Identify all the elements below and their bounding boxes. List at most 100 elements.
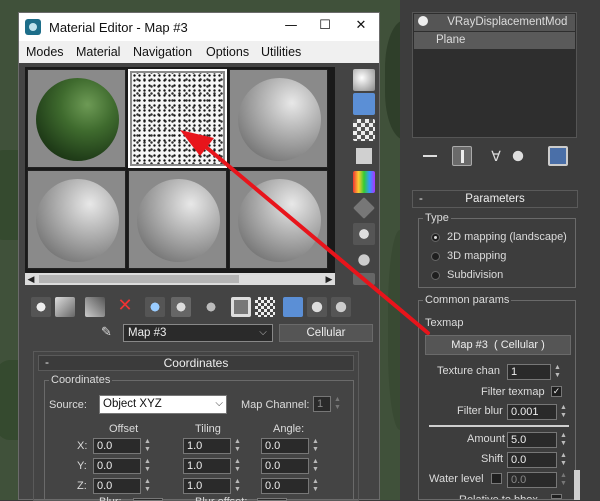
rollout-toggle[interactable]: - <box>419 191 423 207</box>
source-dropdown[interactable]: Object XYZ ⌵ <box>99 395 227 414</box>
offset-x-field[interactable]: 0.0 <box>93 438 141 454</box>
radio-2d-mapping[interactable] <box>431 233 440 242</box>
tiling-z-spinner[interactable]: ▲ ▼ <box>233 478 242 494</box>
tiling-x-field[interactable]: 1.0 <box>183 438 231 454</box>
amount-field[interactable]: 5.0 <box>507 432 557 448</box>
make-copy-icon[interactable] <box>145 297 165 317</box>
angle-y-spinner[interactable]: ▲ ▼ <box>311 458 320 474</box>
texmap-button[interactable]: Map #3 ( Cellular ) <box>425 335 571 355</box>
offset-x-spinner[interactable]: ▲ ▼ <box>143 438 152 454</box>
configure-modifier-sets-icon[interactable] <box>548 146 568 166</box>
menu-navigation[interactable]: Navigation <box>133 45 192 59</box>
sample-slot-active[interactable] <box>128 69 227 168</box>
make-unique-icon[interactable] <box>171 297 191 317</box>
shift-field[interactable]: 0.0 <box>507 452 557 468</box>
chevron-down-icon[interactable]: ⌵ <box>256 326 270 340</box>
light-bulb-icon[interactable] <box>418 16 428 26</box>
modifier-item-vraydisplacement[interactable]: VRayDisplacementMod <box>414 14 575 31</box>
angle-z-spinner[interactable]: ▲ ▼ <box>311 478 320 494</box>
parameters-header[interactable]: - Parameters <box>412 190 578 208</box>
menu-modes[interactable]: Modes <box>26 45 64 59</box>
angle-x-spinner[interactable]: ▲ ▼ <box>311 438 320 454</box>
offset-z-spinner[interactable]: ▲ ▼ <box>143 478 152 494</box>
put-to-library-icon[interactable] <box>201 297 221 317</box>
show-shaded-icon[interactable] <box>255 297 275 317</box>
material-map-navigator-icon[interactable] <box>353 273 375 285</box>
radio-subdivision[interactable] <box>431 271 440 280</box>
show-end-result-icon[interactable] <box>452 146 472 166</box>
shift-spinner[interactable]: ▲ ▼ <box>559 452 568 468</box>
make-unique-icon[interactable]: ∀ <box>486 146 506 166</box>
relative-bbox-checkbox[interactable] <box>551 494 562 499</box>
show-end-result-icon[interactable] <box>283 297 303 317</box>
rollout-toggle[interactable]: - <box>45 355 49 369</box>
options-icon[interactable] <box>353 223 375 245</box>
menu-utilities[interactable]: Utilities <box>261 45 301 59</box>
filter-blur-field[interactable]: 0.001 <box>507 404 557 420</box>
sample-slot[interactable] <box>229 170 328 269</box>
tiling-y-spinner[interactable]: ▲ ▼ <box>233 458 242 474</box>
map-name-field[interactable]: Map #3 ⌵ <box>123 324 273 342</box>
menu-options[interactable]: Options <box>206 45 249 59</box>
remove-modifier-icon[interactable] <box>508 146 528 166</box>
scrollbar-thumb[interactable] <box>39 275 239 283</box>
material-editor-window[interactable]: Material Editor - Map #3 — ☐ ✕ Modes Mat… <box>18 12 380 501</box>
bottom-toolbar: ✕ <box>25 295 377 319</box>
tiling-z-field[interactable]: 1.0 <box>183 478 231 494</box>
title-bar[interactable]: Material Editor - Map #3 — ☐ ✕ <box>19 13 379 41</box>
sample-slot[interactable] <box>229 69 328 168</box>
get-material-icon[interactable] <box>31 297 51 317</box>
sample-slot[interactable] <box>128 170 227 269</box>
water-level-checkbox[interactable] <box>491 473 502 484</box>
assign-to-selection-icon[interactable] <box>85 297 105 317</box>
video-color-check-icon[interactable] <box>353 171 375 193</box>
angle-z-field[interactable]: 0.0 <box>261 478 309 494</box>
stack-toolbar: ∀ <box>412 144 577 168</box>
select-by-material-icon[interactable] <box>353 249 375 271</box>
material-editor-logo-icon <box>25 19 41 35</box>
texture-chan-field[interactable]: 1 <box>507 364 551 380</box>
pin-stack-icon[interactable] <box>420 146 440 166</box>
radio-3d-mapping[interactable] <box>431 252 440 261</box>
map-channel-label: Map Channel: <box>241 399 310 411</box>
scroll-right-icon[interactable]: ▶ <box>323 273 335 285</box>
sample-slot[interactable] <box>27 69 126 168</box>
maximize-button[interactable]: ☐ <box>315 19 335 35</box>
filter-texmap-checkbox[interactable]: ✓ <box>551 386 562 397</box>
sample-type-icon[interactable] <box>353 69 375 91</box>
map-type-button[interactable]: Cellular <box>279 324 373 342</box>
amount-spinner[interactable]: ▲ ▼ <box>559 432 568 448</box>
angle-y-field[interactable]: 0.0 <box>261 458 309 474</box>
sample-slot[interactable] <box>27 170 126 269</box>
panel-scrollbar[interactable] <box>574 470 580 500</box>
minimize-button[interactable]: — <box>281 19 301 35</box>
put-to-scene-icon[interactable] <box>55 297 75 317</box>
backlight-icon[interactable] <box>353 93 375 115</box>
menu-material[interactable]: Material <box>76 45 120 59</box>
modifier-item-plane[interactable]: Plane <box>414 32 575 49</box>
angle-x-field[interactable]: 0.0 <box>261 438 309 454</box>
offset-y-spinner[interactable]: ▲ ▼ <box>143 458 152 474</box>
tiling-y-field[interactable]: 1.0 <box>183 458 231 474</box>
texture-chan-spinner[interactable]: ▲ ▼ <box>553 364 562 380</box>
go-forward-icon[interactable] <box>331 297 351 317</box>
make-preview-icon[interactable] <box>353 197 375 219</box>
slots-horizontal-scrollbar[interactable]: ◀ ▶ <box>25 273 335 285</box>
water-level-spinner[interactable]: ▲ ▼ <box>559 472 568 488</box>
map-channel-field[interactable]: 1 <box>313 396 331 412</box>
offset-z-field[interactable]: 0.0 <box>93 478 141 494</box>
rollout-header[interactable]: - Coordinates <box>38 355 354 371</box>
material-id-channel-icon[interactable] <box>231 297 251 317</box>
scroll-left-icon[interactable]: ◀ <box>25 273 37 285</box>
filter-blur-spinner[interactable]: ▲ ▼ <box>559 404 568 420</box>
water-level-field[interactable]: 0.0 <box>507 472 557 488</box>
close-button[interactable]: ✕ <box>351 19 371 35</box>
map-channel-spinner[interactable]: ▲ ▼ <box>333 396 342 412</box>
uv-tiling-icon[interactable] <box>353 145 375 167</box>
background-checker-icon[interactable] <box>353 119 375 141</box>
eyedropper-icon[interactable]: ✎ <box>101 325 115 341</box>
offset-y-field[interactable]: 0.0 <box>93 458 141 474</box>
go-to-parent-icon[interactable] <box>307 297 327 317</box>
reset-map-icon[interactable]: ✕ <box>115 297 135 317</box>
tiling-x-spinner[interactable]: ▲ ▼ <box>233 438 242 454</box>
